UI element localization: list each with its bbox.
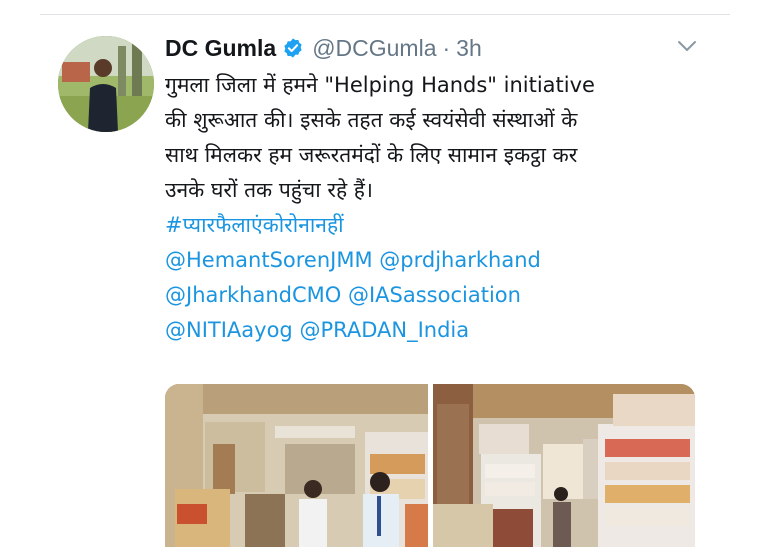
avatar[interactable]: [58, 36, 154, 132]
tweet-time[interactable]: 3h: [456, 35, 482, 62]
tweet-text: गुमला जिला में हमने "Helping Hands" init…: [165, 68, 705, 348]
mentions-line: @JharkhandCMO @IASassociation: [165, 278, 705, 313]
tweet-header: DC Gumla @DCGumla · 3h: [165, 30, 482, 66]
verified-badge-icon: [282, 37, 304, 59]
author-handle[interactable]: @DCGumla: [312, 35, 436, 62]
author-name[interactable]: DC Gumla: [165, 35, 276, 62]
mentions-line: @NITIAayog @PRADAN_India: [165, 313, 705, 348]
mention-link[interactable]: @PRADAN_India: [299, 318, 469, 342]
mention-link[interactable]: @NITIAayog: [165, 318, 293, 342]
tweet-photo[interactable]: [165, 384, 428, 547]
chevron-down-icon[interactable]: [676, 38, 698, 54]
tweet-text-line: की शुरूआत की। इसके तहत कई स्वयंसेवी संस्…: [165, 108, 578, 132]
mention-link[interactable]: @JharkhandCMO: [165, 283, 341, 307]
time-separator: ·: [442, 34, 451, 61]
top-divider: [40, 14, 730, 15]
tweet-text-line: उनके घरों तक पहुंचा रहे हैं।: [165, 178, 373, 202]
tweet-text-line: साथ मिलकर हम जरूरतमंदों के लिए सामान इकट…: [165, 143, 578, 167]
tweet-text-line: गुमला जिला में हमने "Helping Hands" init…: [165, 73, 595, 97]
mentions-line: @HemantSorenJMM @prdjharkhand: [165, 243, 705, 278]
tweet-photo[interactable]: [433, 384, 695, 547]
tweet-media: [165, 384, 695, 547]
mention-link[interactable]: @HemantSorenJMM: [165, 248, 373, 272]
mention-link[interactable]: @IASassociation: [348, 283, 521, 307]
mention-link[interactable]: @prdjharkhand: [379, 248, 541, 272]
hashtag-link[interactable]: #प्यारफैलाएंकोरोनानहीं: [165, 213, 344, 237]
